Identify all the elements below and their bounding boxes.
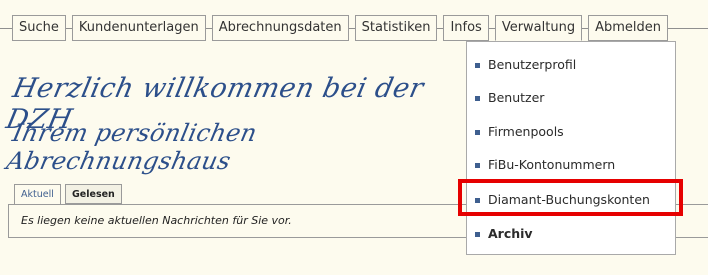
menu-item-label: Diamant-Buchungskonten	[488, 192, 650, 207]
menu-item-diamant-buchungskonten[interactable]: Diamant-Buchungskonten	[467, 190, 675, 210]
menu-item-label: Archiv	[488, 226, 533, 241]
bullet-icon	[475, 130, 480, 135]
menu-item-label: Benutzer	[488, 90, 545, 105]
nav-item-infos[interactable]: Infos	[443, 15, 489, 41]
bullet-icon	[475, 63, 480, 68]
tab-gelesen[interactable]: Gelesen	[65, 184, 122, 204]
verwaltung-dropdown-menu: Benutzerprofil Benutzer Firmenpools FiBu…	[466, 41, 676, 255]
nav-item-statistiken[interactable]: Statistiken	[354, 15, 438, 41]
tab-aktuell[interactable]: Aktuell	[14, 184, 61, 205]
menu-item-label: Benutzerprofil	[488, 57, 577, 72]
bullet-icon	[475, 163, 480, 168]
nav-item-verwaltung[interactable]: Verwaltung	[494, 15, 583, 41]
nav-item-abrechnungsdaten[interactable]: Abrechnungsdaten	[211, 15, 349, 41]
nav-item-kundenunterlagen[interactable]: Kundenunterlagen	[71, 15, 206, 41]
bullet-icon	[475, 232, 480, 237]
menu-item-archiv[interactable]: Archiv	[467, 224, 675, 244]
nav-item-abmelden[interactable]: Abmelden	[588, 15, 669, 41]
nav-item-suche[interactable]: Suche	[12, 15, 66, 41]
menu-item-firmenpools[interactable]: Firmenpools	[467, 122, 675, 142]
menu-item-label: Firmenpools	[488, 124, 564, 139]
no-messages-text: Es liegen keine aktuellen Nachrichten fü…	[21, 214, 292, 227]
welcome-message: Herzlich willkommen bei der DZH Ihrem pe…	[3, 65, 430, 190]
main-nav: Suche Kundenunterlagen Abrechnungsdaten …	[12, 15, 669, 41]
welcome-line-2: Ihrem persönlichen Abrechnungshaus	[4, 119, 260, 175]
menu-item-benutzerprofil[interactable]: Benutzerprofil	[467, 55, 675, 75]
menu-item-benutzer[interactable]: Benutzer	[467, 88, 675, 108]
bullet-icon	[475, 96, 480, 101]
menu-item-fibu-kontonummern[interactable]: FiBu-Kontonummern	[467, 155, 675, 175]
menu-item-label: FiBu-Kontonummern	[488, 157, 616, 172]
bullet-icon	[475, 198, 480, 203]
